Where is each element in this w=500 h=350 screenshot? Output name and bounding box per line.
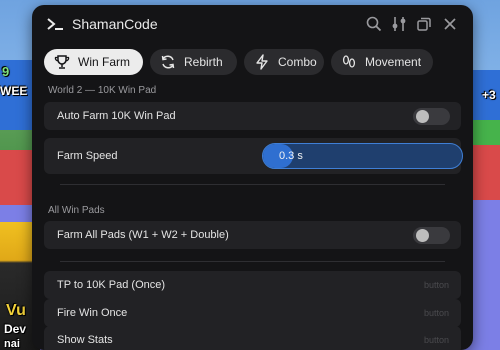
refresh-icon [160, 54, 176, 70]
farm-speed-value: 0.3 s [279, 150, 303, 162]
auto-farm-toggle-row[interactable]: Auto Farm 10K Win Pad [44, 102, 461, 130]
section-label-all-pads: All Win Pads [48, 205, 105, 216]
toggle-knob [416, 110, 429, 123]
background-player-name: Vu [6, 302, 26, 319]
divider [60, 184, 445, 185]
title-bar[interactable]: ShamanCode [32, 5, 473, 43]
section-label-world2: World 2 — 10K Win Pad [48, 85, 157, 96]
background-player-sub: nai [4, 338, 20, 350]
button-label: TP to 10K Pad (Once) [57, 279, 166, 291]
footprints-icon [341, 54, 357, 70]
button-label: Fire Win Once [57, 307, 128, 319]
fire-win-once-button[interactable]: Fire Win Once button [44, 299, 461, 327]
auto-farm-toggle[interactable] [413, 108, 450, 125]
button-hint: button [423, 280, 449, 290]
search-icon[interactable] [365, 15, 383, 33]
terminal-icon [46, 16, 64, 32]
tab-label: Rebirth [184, 55, 223, 69]
minimize-window-icon[interactable] [415, 15, 433, 33]
button-label: Show Stats [57, 334, 113, 346]
window-title: ShamanCode [72, 16, 158, 32]
tab-label: Win Farm [78, 55, 130, 69]
tp-10k-pad-button[interactable]: TP to 10K Pad (Once) button [44, 271, 461, 299]
lightning-icon [254, 54, 270, 70]
background-number: 9 [2, 64, 10, 79]
show-stats-button[interactable]: Show Stats button [44, 326, 461, 350]
background-player-tag: Dev [4, 322, 27, 336]
farm-all-pads-label: Farm All Pads (W1 + W2 + Double) [57, 229, 229, 241]
shamancode-window: ShamanCode Win Farm Rebirth Combo Moveme… [32, 5, 473, 350]
tab-label: Combo [278, 55, 317, 69]
settings-sliders-icon[interactable] [390, 15, 408, 33]
toggle-knob [416, 229, 429, 242]
background-banner-left: WEE [0, 84, 28, 98]
button-hint: button [423, 335, 449, 345]
background-banner-right: +3 [482, 88, 496, 102]
tab-win-farm[interactable]: Win Farm [44, 49, 143, 75]
button-hint: button [423, 308, 449, 318]
tab-rebirth[interactable]: Rebirth [150, 49, 237, 75]
trophy-icon [54, 54, 70, 70]
close-icon[interactable] [441, 15, 459, 33]
farm-speed-label: Farm Speed [57, 150, 118, 162]
tab-movement[interactable]: Movement [331, 49, 433, 75]
farm-speed-slider[interactable]: 0.3 s [262, 143, 463, 169]
farm-speed-row: Farm Speed 0.3 s [44, 138, 463, 174]
tab-label: Movement [365, 55, 422, 69]
auto-farm-label: Auto Farm 10K Win Pad [57, 110, 176, 122]
farm-all-pads-toggle[interactable] [413, 227, 450, 244]
divider [60, 261, 445, 262]
tab-combo[interactable]: Combo [244, 49, 324, 75]
farm-all-pads-toggle-row[interactable]: Farm All Pads (W1 + W2 + Double) [44, 221, 461, 249]
